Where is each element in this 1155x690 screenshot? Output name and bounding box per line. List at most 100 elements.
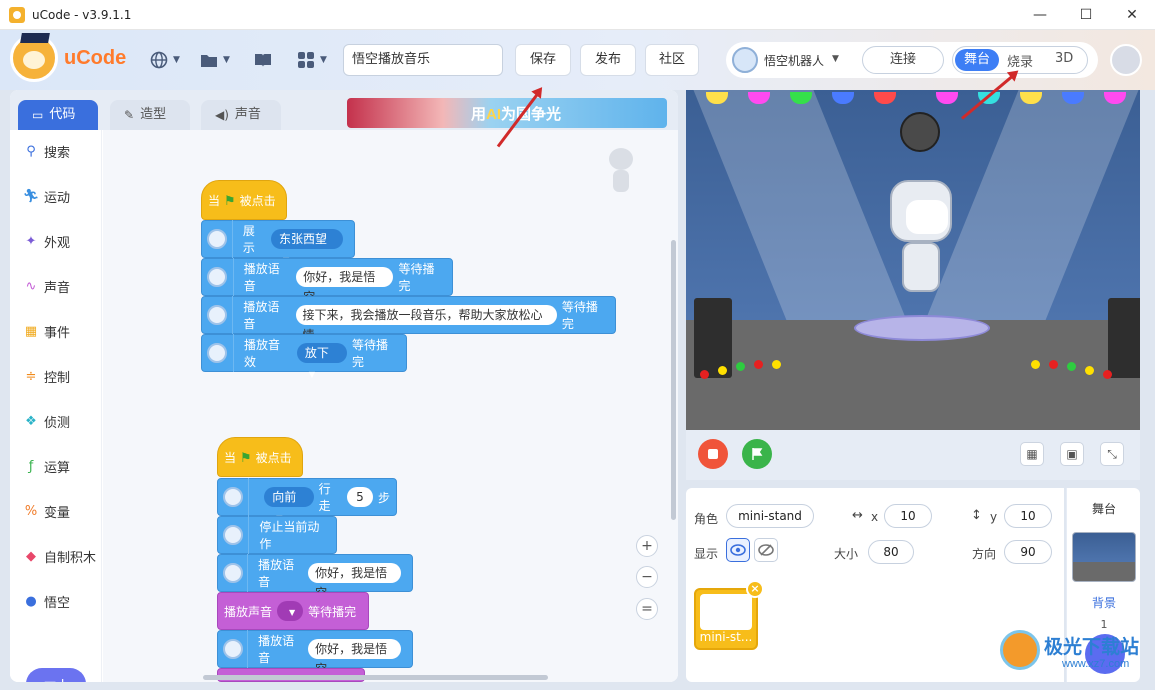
- zoom-out-button[interactable]: −: [636, 566, 658, 588]
- show-visible-button[interactable]: [726, 538, 750, 562]
- stage-canvas[interactable]: [686, 90, 1140, 430]
- file-menu[interactable]: ▼: [200, 50, 230, 70]
- stop-button[interactable]: [698, 439, 728, 469]
- go-button[interactable]: [742, 439, 772, 469]
- sprite-name-input[interactable]: mini-stand: [726, 504, 814, 528]
- block-text: 等待播完: [561, 300, 598, 331]
- block-text: 被点击: [239, 194, 276, 208]
- show-hidden-button[interactable]: [754, 538, 778, 562]
- steps-input[interactable]: 5: [346, 487, 373, 507]
- category-sensing[interactable]: ❖ 侦测: [22, 410, 70, 432]
- add-extension-button[interactable]: ▭+: [26, 668, 86, 682]
- chevron-down-icon: ▼: [308, 370, 316, 379]
- dropdown-value: 放下: [304, 346, 329, 360]
- close-button[interactable]: ✕: [1109, 0, 1155, 30]
- category-variables[interactable]: % 变量: [22, 500, 70, 522]
- category-control[interactable]: ≑ 控制: [22, 365, 70, 387]
- robot-selector[interactable]: 悟空机器人: [764, 52, 824, 69]
- save-button[interactable]: 保存: [515, 44, 571, 76]
- sprite-thumbnail[interactable]: mini-st...: [694, 588, 758, 650]
- delete-sprite-button[interactable]: ×: [746, 580, 764, 598]
- promo-banner[interactable]: 用AI为国争光: [347, 98, 667, 128]
- project-name-input[interactable]: 悟空播放音乐: [343, 44, 503, 76]
- category-label: 声音: [44, 280, 71, 296]
- y-input[interactable]: 10: [1004, 504, 1052, 528]
- tab-sound[interactable]: ◀) 声音: [201, 100, 281, 130]
- publish-button[interactable]: 发布: [580, 44, 636, 76]
- grid-toggle-button[interactable]: ▦: [1020, 442, 1044, 466]
- sprite-thumb-name: mini-st...: [699, 630, 753, 644]
- community-button[interactable]: 社区: [645, 44, 699, 76]
- category-looks[interactable]: ✦ 外观: [22, 230, 70, 252]
- backdrop-label: 背景: [1091, 596, 1116, 610]
- robot-block-icon: [202, 296, 234, 334]
- code-icon: ▭: [32, 108, 44, 122]
- maximize-button[interactable]: ☐: [1063, 0, 1109, 30]
- play-voice-wait-block[interactable]: 播放语音 接下来，我会播放一段音乐，帮助大家放松心情 等待播完: [201, 296, 616, 342]
- sound-wave-icon: ∿: [25, 278, 37, 294]
- size-input[interactable]: 80: [868, 540, 914, 564]
- action-dropdown[interactable]: 东张西望▼: [270, 229, 343, 265]
- effect-dropdown[interactable]: 放下 ▼: [296, 343, 348, 379]
- category-wukong[interactable]: ● 悟空: [22, 590, 70, 612]
- category-label: 搜索: [44, 145, 71, 161]
- fullscreen-button[interactable]: ⤡: [1100, 442, 1124, 466]
- category-operators[interactable]: ƒ 运算: [22, 455, 70, 477]
- category-events[interactable]: ▦ 事件: [22, 320, 70, 342]
- direction-input[interactable]: 90: [1004, 540, 1052, 564]
- x-input[interactable]: 10: [884, 504, 932, 528]
- watermark-logo-icon: [1000, 630, 1040, 670]
- user-avatar[interactable]: [1110, 44, 1142, 76]
- robot-sprite[interactable]: [886, 180, 956, 320]
- wukong-icon: ●: [25, 593, 37, 609]
- book-icon: [255, 54, 271, 67]
- show-action-block[interactable]: 展示 东张西望▼: [201, 220, 355, 265]
- category-motion[interactable]: 🏃︎ 运动: [22, 185, 70, 207]
- voice-text-input[interactable]: 接下来，我会播放一段音乐，帮助大家放松心情: [295, 305, 557, 342]
- sound-dropdown[interactable]: ▼: [277, 601, 304, 621]
- chevron-down-icon: ▼: [173, 55, 180, 65]
- sprite-label: 角色: [694, 512, 719, 526]
- category-search[interactable]: ⚲ 搜索: [22, 140, 70, 162]
- zoom-in-button[interactable]: +: [636, 535, 658, 557]
- stage-bulbs-left: [700, 360, 830, 379]
- mode-burn-button[interactable]: 烧录: [1007, 51, 1033, 70]
- horizontal-scrollbar[interactable]: [203, 675, 548, 680]
- stop-action-block[interactable]: 停止当前动作: [217, 516, 337, 554]
- stage-panel-title: 舞台: [1091, 502, 1116, 516]
- category-my-blocks[interactable]: ◆ 自制积木: [22, 545, 96, 567]
- vertical-scrollbar[interactable]: [671, 240, 676, 520]
- chevron-down-icon[interactable]: ▼: [832, 54, 839, 64]
- when-flag-clicked-block[interactable]: 当 ⚑ 被点击: [217, 437, 303, 477]
- size-label: 大小: [834, 547, 859, 561]
- robot-block-icon: [218, 516, 250, 554]
- script-workspace[interactable]: 当⚑被点击 展示 东张西望▼ 播放语音 你好，我是悟空 等待播完 播放语音 接下…: [103, 130, 678, 682]
- play-voice-wait-block[interactable]: 播放语音 你好，我是悟空 等待播完: [201, 258, 453, 304]
- language-menu[interactable]: ▼: [150, 50, 180, 70]
- extensions-menu[interactable]: ▼: [297, 50, 327, 70]
- voice-text-input[interactable]: 你好，我是悟空: [308, 639, 401, 676]
- stage-thumbnail[interactable]: [1072, 532, 1136, 582]
- tab-code[interactable]: ▭ 代码: [18, 100, 98, 130]
- voice-text-input[interactable]: 你好，我是悟空: [296, 267, 394, 304]
- zoom-reset-button[interactable]: =: [636, 598, 658, 620]
- play-effect-wait-block[interactable]: 播放音效 放下 ▼ 等待播完: [201, 334, 407, 379]
- x-label: x: [871, 510, 879, 524]
- mode-3d-button[interactable]: 3D: [1055, 51, 1073, 66]
- play-sound-wait-block[interactable]: 播放声音 ▼ 等待播完: [217, 592, 369, 630]
- direction-dropdown[interactable]: 向前▼: [264, 487, 314, 523]
- mode-stage-button[interactable]: 舞台: [955, 49, 999, 71]
- when-flag-clicked-block[interactable]: 当 ⚑ 被点击: [201, 180, 287, 220]
- tab-costume-label: 造型: [140, 107, 167, 122]
- connect-button[interactable]: 连接: [862, 46, 944, 74]
- category-sound[interactable]: ∿ 声音: [22, 275, 70, 297]
- category-label: 自制积木: [44, 550, 97, 566]
- tab-costume[interactable]: ✎ 造型: [110, 100, 190, 130]
- small-stage-button[interactable]: ▣: [1060, 442, 1084, 466]
- voice-text-input[interactable]: 你好，我是悟空: [308, 563, 401, 600]
- minimize-button[interactable]: —: [1017, 0, 1063, 30]
- walk-steps-block[interactable]: 向前▼ 行走 5 步: [217, 478, 397, 523]
- play-voice-block[interactable]: 播放语音 你好，我是悟空: [217, 554, 413, 600]
- tutorial-button[interactable]: [254, 50, 272, 70]
- play-voice-block[interactable]: 播放语音 你好，我是悟空: [217, 630, 413, 676]
